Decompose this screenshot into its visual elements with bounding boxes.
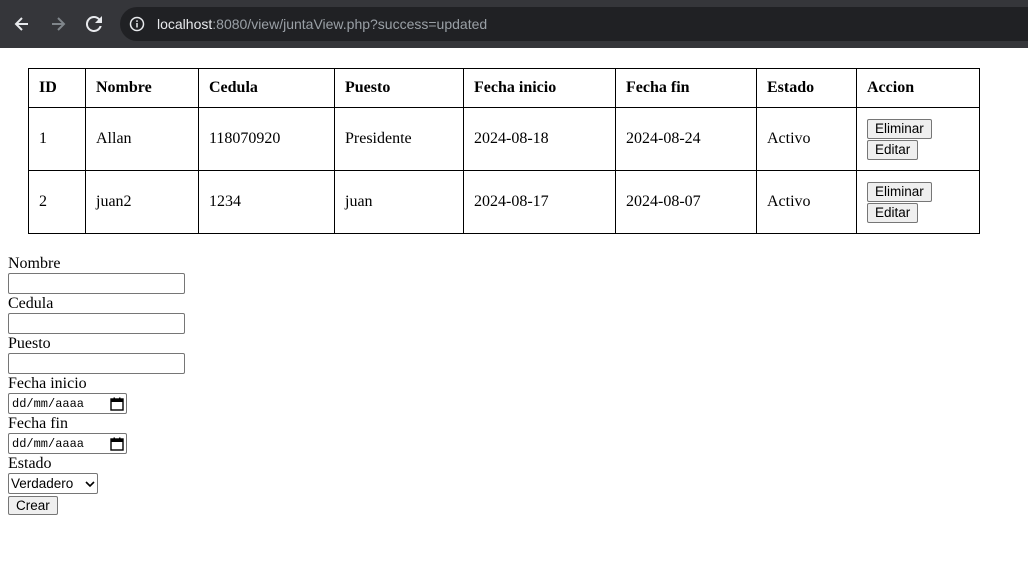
header-estado: Estado: [756, 68, 857, 108]
cell-fecha-fin: 2024-08-07: [615, 170, 757, 234]
puesto-input[interactable]: [8, 353, 185, 374]
header-id: ID: [28, 68, 86, 108]
arrow-left-icon: [14, 17, 28, 31]
header-nombre: Nombre: [85, 68, 199, 108]
header-accion: Accion: [856, 68, 980, 108]
header-fecha-fin: Fecha fin: [615, 68, 757, 108]
table-row: 2 juan2 1234 juan 2024-08-17 2024-08-07 …: [28, 170, 980, 234]
cell-fecha-inicio: 2024-08-18: [463, 107, 616, 171]
estado-label: Estado: [8, 455, 52, 472]
calendar-icon[interactable]: [110, 437, 124, 451]
junta-table: ID Nombre Cedula Puesto Fecha inicio Fec…: [28, 68, 980, 234]
editar-button[interactable]: Editar: [867, 202, 919, 223]
eliminar-button[interactable]: Eliminar: [867, 181, 932, 202]
fecha-inicio-input[interactable]: dd/mm/aaaa: [8, 393, 127, 414]
puesto-label: Puesto: [8, 335, 51, 352]
fecha-fin-label: Fecha fin: [8, 415, 68, 432]
cell-fecha-inicio: 2024-08-17: [463, 170, 616, 234]
cell-estado: Activo: [756, 170, 857, 234]
cedula-label: Cedula: [8, 295, 54, 312]
table-row: 1 Allan 118070920 Presidente 2024-08-18 …: [28, 107, 980, 171]
fecha-inicio-placeholder: dd/mm/aaaa: [12, 396, 85, 411]
fecha-fin-input[interactable]: dd/mm/aaaa: [8, 433, 127, 454]
cell-estado: Activo: [756, 107, 857, 171]
browser-toolbar: localhost:8080/view/juntaView.php?succes…: [0, 0, 1028, 48]
nombre-label: Nombre: [8, 255, 61, 272]
header-cedula: Cedula: [198, 68, 335, 108]
eliminar-button[interactable]: Eliminar: [867, 118, 932, 139]
cell-puesto: juan: [334, 170, 464, 234]
cell-accion: Eliminar Editar: [856, 107, 980, 171]
arrow-right-icon: [52, 17, 66, 31]
reload-button[interactable]: [80, 10, 108, 38]
cell-cedula: 118070920: [198, 107, 335, 171]
cell-fecha-fin: 2024-08-24: [615, 107, 757, 171]
cell-nombre: Allan: [85, 107, 199, 171]
fecha-fin-placeholder: dd/mm/aaaa: [12, 436, 85, 451]
nombre-input[interactable]: [8, 273, 185, 294]
address-bar[interactable]: localhost:8080/view/juntaView.php?succes…: [120, 7, 1028, 41]
fecha-inicio-label: Fecha inicio: [8, 375, 87, 392]
table-header-row: ID Nombre Cedula Puesto Fecha inicio Fec…: [28, 68, 980, 108]
cell-nombre: juan2: [85, 170, 199, 234]
header-puesto: Puesto: [334, 68, 464, 108]
editar-button[interactable]: Editar: [867, 139, 919, 160]
create-form: Nombre Cedula Puesto Fecha inicio dd/mm/…: [8, 254, 185, 515]
crear-button[interactable]: Crear: [8, 496, 58, 515]
estado-select[interactable]: Verdadero: [8, 473, 98, 494]
cedula-input[interactable]: [8, 313, 185, 334]
reload-icon: [86, 16, 102, 32]
calendar-icon[interactable]: [110, 397, 124, 411]
page-content: ID Nombre Cedula Puesto Fecha inicio Fec…: [8, 48, 1028, 584]
forward-button[interactable]: [44, 10, 72, 38]
cell-puesto: Presidente: [334, 107, 464, 171]
header-fecha-inicio: Fecha inicio: [463, 68, 616, 108]
cell-id: 1: [28, 107, 86, 171]
chevron-down-icon: [85, 480, 95, 487]
estado-selected-value: Verdadero: [11, 476, 74, 491]
cell-cedula: 1234: [198, 170, 335, 234]
url-text[interactable]: localhost:8080/view/juntaView.php?succes…: [157, 15, 487, 33]
info-icon[interactable]: [129, 16, 145, 32]
url-path: :8080/view/juntaView.php?success=updated: [212, 16, 488, 32]
cell-accion: Eliminar Editar: [856, 170, 980, 234]
cell-id: 2: [28, 170, 86, 234]
back-button[interactable]: [8, 10, 36, 38]
url-host: localhost: [157, 16, 213, 32]
